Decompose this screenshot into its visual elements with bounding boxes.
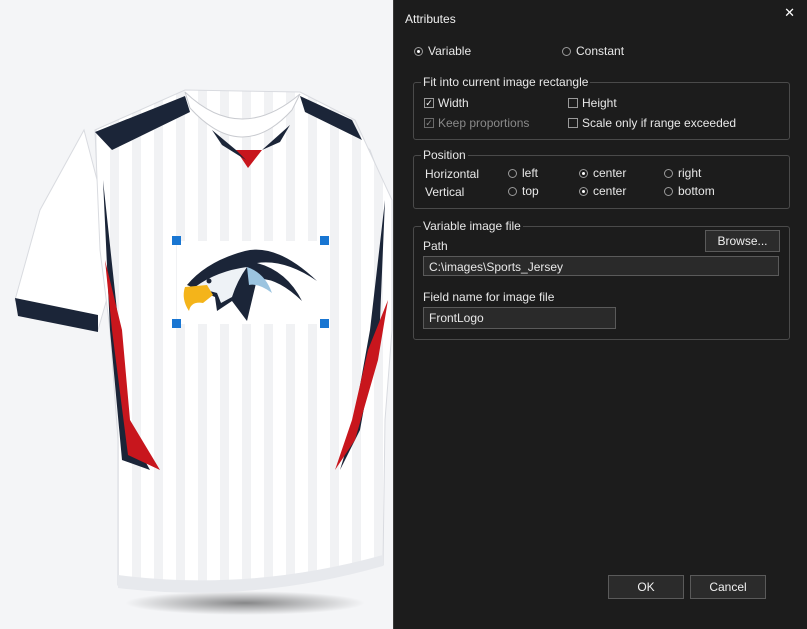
resize-handle-top-left[interactable] xyxy=(172,236,181,245)
scale-checkbox[interactable]: Scale only if range exceeded xyxy=(568,116,736,130)
radio-dot-icon xyxy=(562,46,571,56)
v-center-radio[interactable]: center xyxy=(579,184,626,198)
path-label: Path xyxy=(423,239,448,253)
width-label: Width xyxy=(438,96,469,110)
v-bottom-label: bottom xyxy=(678,184,715,198)
field-name-label: Field name for image file xyxy=(423,290,555,304)
keep-proportions-label: Keep proportions xyxy=(438,116,530,130)
constant-radio[interactable]: Constant xyxy=(562,44,624,58)
design-canvas[interactable] xyxy=(0,0,400,629)
position-group: Position xyxy=(413,148,790,209)
width-checkbox[interactable]: ✓ Width xyxy=(424,96,469,110)
v-top-label: top xyxy=(522,184,539,198)
radio-dot-icon xyxy=(579,168,588,178)
attributes-dialog: Attributes ✕ Variable Constant Fit into … xyxy=(393,0,807,629)
browse-button[interactable]: Browse... xyxy=(705,230,780,252)
checkbox-empty-icon xyxy=(568,118,578,128)
variable-label: Variable xyxy=(428,44,472,58)
keep-proportions-checkbox[interactable]: ✓ Keep proportions xyxy=(424,116,529,130)
checkbox-empty-icon xyxy=(568,98,578,108)
height-label: Height xyxy=(582,96,617,110)
radio-dot-icon xyxy=(508,186,517,196)
h-left-label: left xyxy=(522,166,539,180)
checkmark-icon: ✓ xyxy=(424,98,434,108)
h-right-radio[interactable]: right xyxy=(664,166,701,180)
resize-handle-bottom-right[interactable] xyxy=(320,319,329,328)
radio-dot-icon xyxy=(414,46,423,56)
fit-group: Fit into current image rectangle xyxy=(413,75,790,140)
radio-dot-icon xyxy=(508,168,517,178)
fit-legend: Fit into current image rectangle xyxy=(421,75,591,89)
vertical-label: Vertical xyxy=(425,185,465,199)
close-icon[interactable]: ✕ xyxy=(784,5,795,21)
cancel-button[interactable]: Cancel xyxy=(690,575,766,599)
h-center-label: center xyxy=(593,166,627,180)
field-name-input[interactable]: FrontLogo xyxy=(423,307,616,329)
ok-button[interactable]: OK xyxy=(608,575,684,599)
radio-dot-icon xyxy=(664,168,673,178)
horizontal-label: Horizontal xyxy=(425,167,480,181)
radio-dot-icon xyxy=(664,186,673,196)
resize-handle-top-right[interactable] xyxy=(320,236,329,245)
checkmark-icon: ✓ xyxy=(424,118,434,128)
image-file-legend: Variable image file xyxy=(421,219,523,233)
logo-placeholder[interactable] xyxy=(177,241,325,324)
radio-dot-icon xyxy=(579,186,588,196)
h-right-label: right xyxy=(678,166,702,180)
h-left-radio[interactable]: left xyxy=(508,166,538,180)
scale-label: Scale only if range exceeded xyxy=(582,116,737,130)
resize-handle-bottom-left[interactable] xyxy=(172,319,181,328)
v-bottom-radio[interactable]: bottom xyxy=(664,184,715,198)
v-top-radio[interactable]: top xyxy=(508,184,539,198)
constant-label: Constant xyxy=(576,44,625,58)
eagle-logo xyxy=(177,241,325,324)
position-legend: Position xyxy=(421,148,468,162)
variable-radio[interactable]: Variable xyxy=(414,44,471,58)
path-input[interactable]: C:\images\Sports_Jersey xyxy=(423,256,779,276)
v-center-label: center xyxy=(593,184,627,198)
dialog-title: Attributes xyxy=(405,12,456,26)
dialog-titlebar[interactable]: Attributes ✕ xyxy=(394,0,807,34)
height-checkbox[interactable]: Height xyxy=(568,96,617,110)
h-center-radio[interactable]: center xyxy=(579,166,626,180)
